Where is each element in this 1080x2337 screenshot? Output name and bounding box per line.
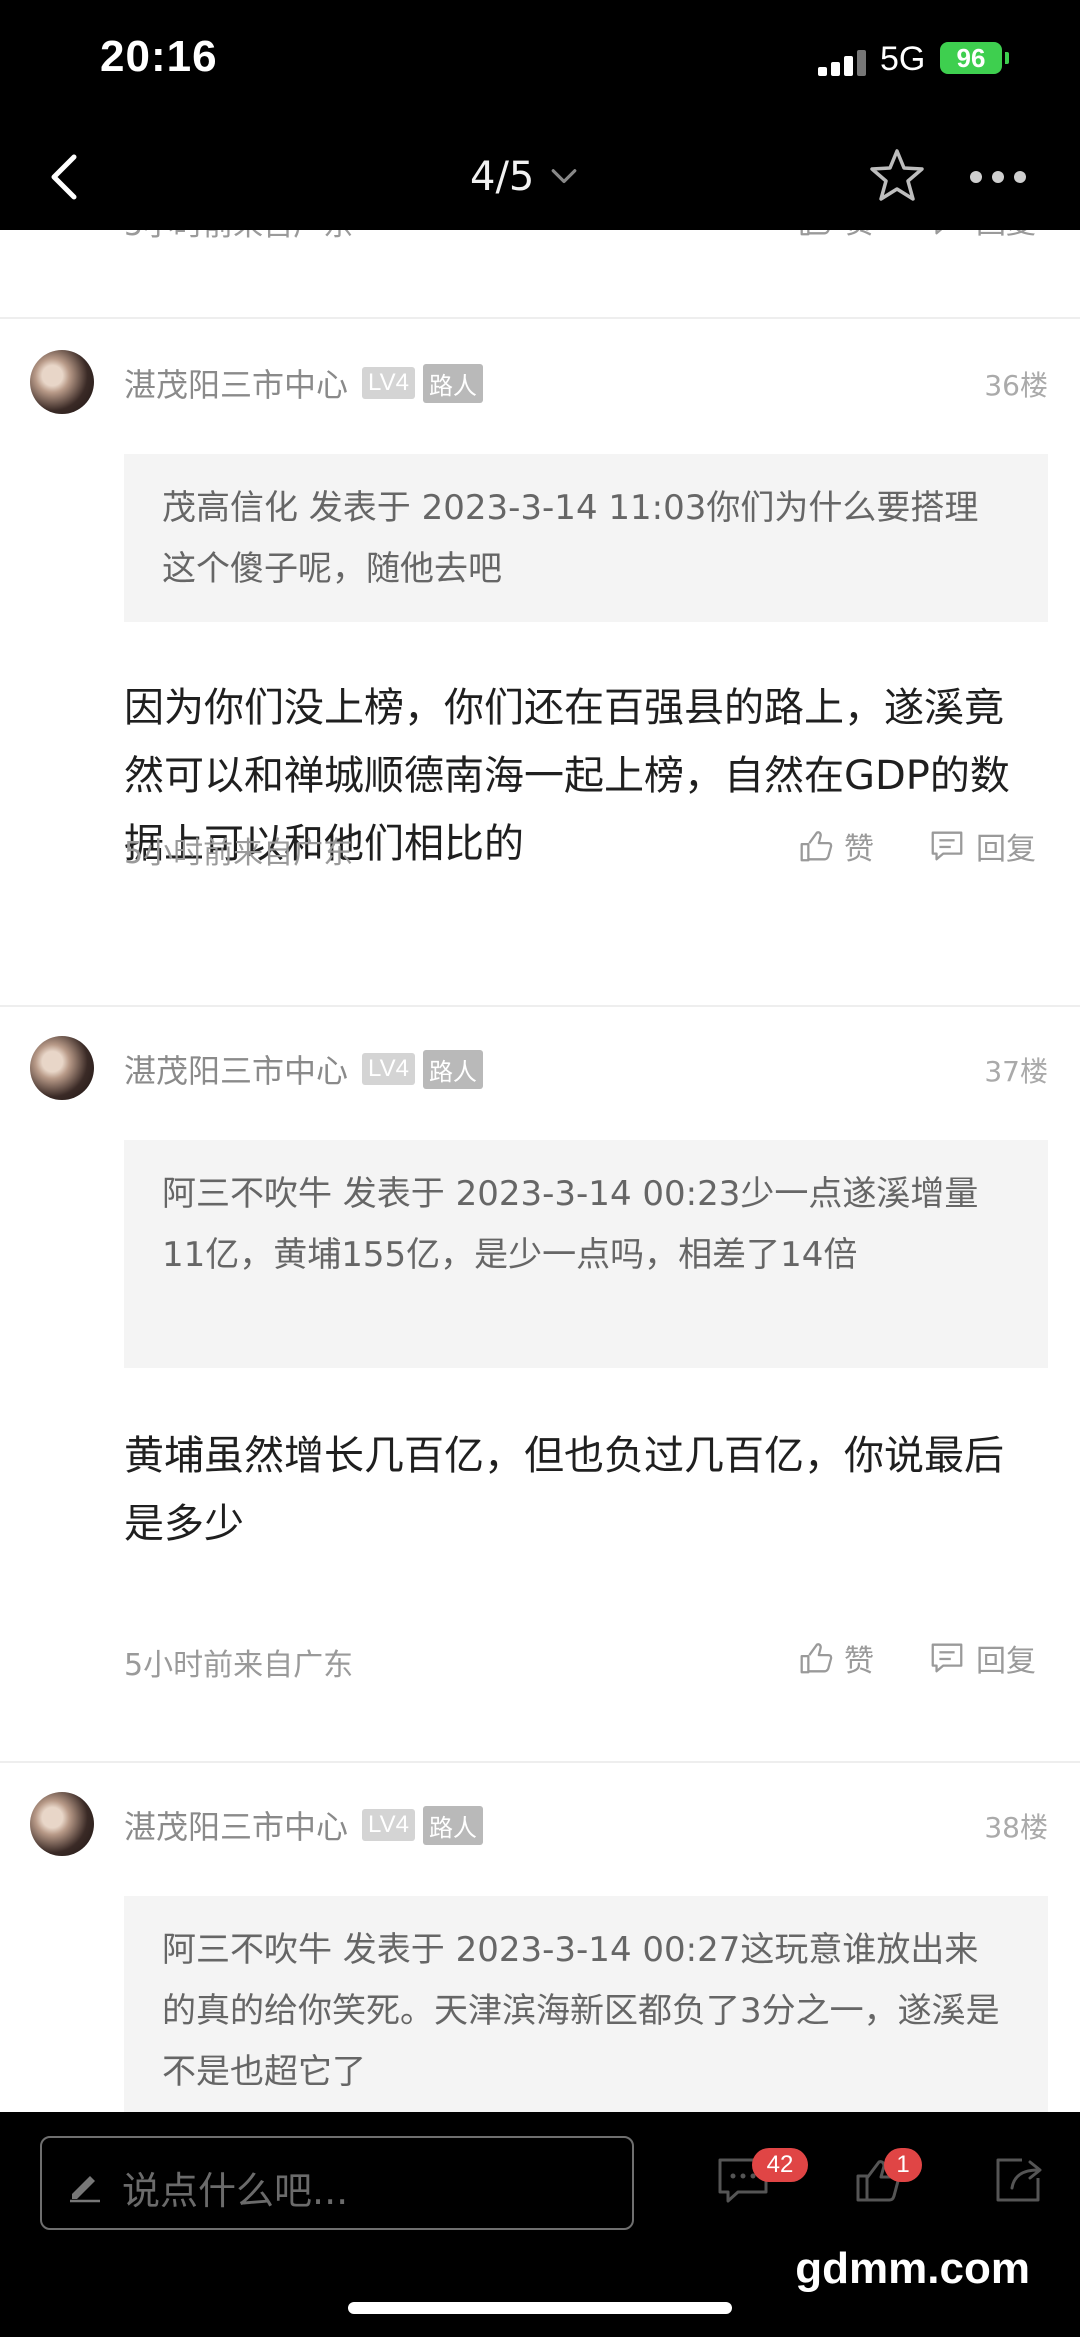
reply-button[interactable]: 回复 (928, 824, 1036, 868)
username[interactable]: 湛茂阳三市中心 (124, 1046, 348, 1092)
reply-icon (931, 1643, 963, 1673)
share-button[interactable] (992, 2154, 1046, 2206)
divider (0, 1005, 1080, 1007)
battery-tip (1005, 52, 1009, 64)
reply-icon (935, 230, 943, 235)
bottom-bar: 说点什么吧... 42 1 gdmm.com (0, 2112, 1080, 2337)
comment-count-badge: 42 (752, 2148, 808, 2182)
username[interactable]: 湛茂阳三市中心 (124, 360, 348, 406)
avatar[interactable] (30, 1036, 94, 1100)
role-badge: 路人 (422, 363, 483, 403)
reply-icon (931, 831, 963, 861)
like-button[interactable]: 赞 (796, 230, 874, 242)
username[interactable]: 湛茂阳三市中心 (124, 1802, 348, 1848)
signal-icon (818, 50, 868, 76)
user-line: 湛茂阳三市中心 LV4 路人 (124, 360, 483, 406)
comment-input[interactable]: 说点什么吧... (40, 2136, 634, 2230)
more-icon[interactable] (970, 171, 1030, 185)
status-bar: 20:16 5G 96 (0, 0, 1080, 125)
comment-body: 黄埔虽然增长几百亿，但也负过几百亿，你说最后是多少 (124, 1433, 1004, 1547)
floor-number: 38楼 (984, 1811, 1048, 1844)
page-indicator: 4/5 (470, 154, 535, 200)
floor-number: 37楼 (984, 1055, 1048, 1088)
level-badge: LV4 (362, 367, 415, 399)
reply-button[interactable]: 回复 (928, 230, 1036, 242)
divider (0, 1761, 1080, 1763)
chevron-down-icon (552, 169, 577, 184)
comment-meta: 5小时前来自广东 (124, 1648, 354, 1683)
star-icon[interactable] (866, 145, 928, 207)
avatar[interactable] (30, 350, 94, 414)
like-button[interactable]: 赞 (796, 824, 874, 868)
quote-block: 茂高信化 发表于 2023-3-14 11:03你们为什么要搭理这个傻子呢，随他… (124, 454, 1048, 622)
comment-meta: 5小时前来自广东 (124, 230, 353, 244)
watermark: gdmm.com (795, 2244, 1030, 2293)
floor-number: 36楼 (984, 369, 1048, 402)
comment-input-placeholder: 说点什么吧... (122, 2169, 349, 2213)
share-icon (996, 2158, 1042, 2202)
battery-icon: 96 (940, 42, 1002, 74)
reply-label: 回复 (976, 230, 1036, 242)
level-badge: LV4 (362, 1809, 415, 1841)
previous-comment-footer: 5小时前来自广东 赞 回复 (0, 230, 1080, 260)
thumb-up-icon (800, 230, 830, 236)
reply-button[interactable]: 回复 (928, 1636, 1036, 1680)
like-label: 赞 (844, 230, 874, 242)
pencil-icon (70, 2176, 100, 2203)
quote-block: 阿三不吹牛 发表于 2023-3-14 00:27这玩意谁放出来的真的给你笑死。… (124, 1896, 1048, 2112)
nav-bar: 4/5 (0, 125, 1080, 230)
like-count-badge: 1 (884, 2148, 922, 2182)
comment-list[interactable]: 5小时前来自广东 赞 回复 湛茂阳三市中心 LV4 路人 36楼 茂高信化 发表… (0, 230, 1080, 2112)
reply-label: 回复 (976, 832, 1036, 867)
home-indicator[interactable] (348, 2302, 732, 2314)
comment-meta: 5小时前来自广东 (124, 836, 354, 871)
level-badge: LV4 (362, 1053, 415, 1085)
like-label: 赞 (844, 832, 874, 867)
back-icon[interactable] (40, 149, 90, 205)
like-button[interactable]: 赞 (796, 1636, 874, 1680)
thumb-up-icon (800, 1643, 833, 1674)
divider (0, 317, 1080, 319)
quote-block: 阿三不吹牛 发表于 2023-3-14 00:23少一点遂溪增量11亿，黄埔15… (124, 1140, 1048, 1368)
like-label: 赞 (844, 1644, 874, 1679)
role-badge: 路人 (422, 1805, 483, 1845)
user-line: 湛茂阳三市中心 LV4 路人 (124, 1802, 483, 1848)
avatar[interactable] (30, 1792, 94, 1856)
reply-label: 回复 (976, 1644, 1036, 1679)
page-indicator-button[interactable]: 4/5 (470, 151, 578, 203)
thumb-up-icon (800, 831, 833, 862)
user-line: 湛茂阳三市中心 LV4 路人 (124, 1046, 483, 1092)
status-time: 20:16 (100, 32, 218, 81)
network-label: 5G (880, 40, 926, 78)
role-badge: 路人 (422, 1049, 483, 1089)
